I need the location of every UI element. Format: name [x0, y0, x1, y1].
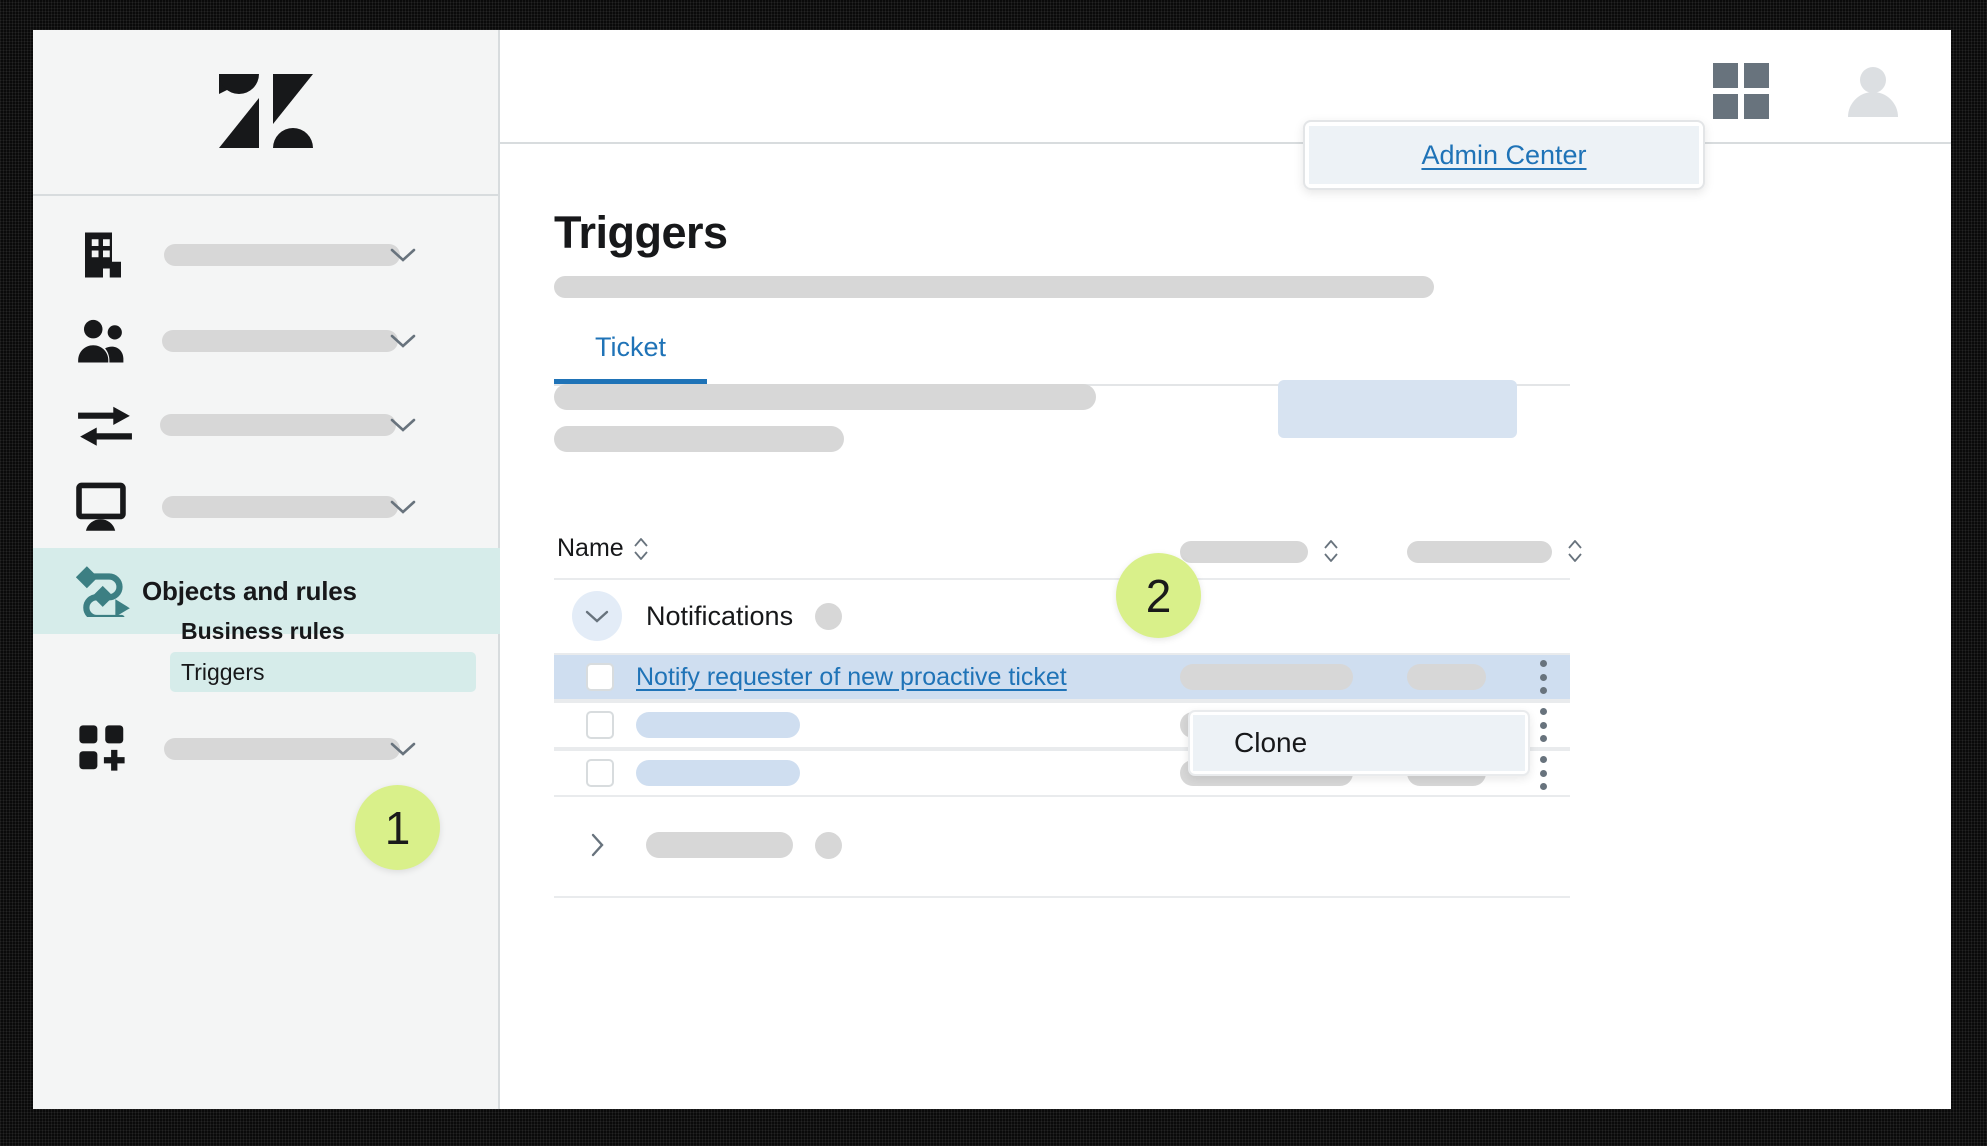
chevron-down-icon[interactable]: [390, 499, 416, 515]
sort-icon[interactable]: [1323, 538, 1339, 564]
tab-bar: Ticket: [554, 324, 1570, 386]
sidebar-label-placeholder: [160, 414, 396, 436]
group-count-placeholder: [815, 831, 842, 859]
sidebar-section-heading: Business rules: [181, 618, 345, 644]
group-collapse-toggle[interactable]: [572, 591, 622, 641]
row-name-placeholder: [636, 712, 800, 738]
sort-icon[interactable]: [1567, 538, 1583, 564]
chevron-right-icon: [591, 833, 604, 857]
group-expand-toggle[interactable]: [572, 820, 622, 870]
page-subtitle-placeholder: [554, 276, 1434, 298]
row-actions-kebab-icon[interactable]: [1539, 708, 1547, 742]
add-trigger-button[interactable]: [1278, 380, 1517, 438]
trigger-name-link[interactable]: Notify requester of new proactive ticket: [636, 663, 1067, 692]
column-header-placeholder: [1180, 541, 1308, 563]
sidebar-label-placeholder: [162, 496, 398, 518]
objects-rules-icon: [76, 565, 142, 617]
callout-badge-1: 1: [355, 785, 440, 870]
transfer-arrows-icon: [76, 399, 142, 451]
toolbar-placeholder-primary: [554, 384, 1096, 410]
chevron-down-icon[interactable]: [390, 741, 416, 757]
row-checkbox[interactable]: [586, 759, 614, 787]
kebab-dot: [1539, 708, 1547, 715]
chevron-down-icon: [585, 610, 609, 623]
sidebar-item-0[interactable]: [33, 212, 500, 298]
sidebar-item-2[interactable]: [33, 382, 500, 468]
chevron-down-icon[interactable]: [390, 247, 416, 263]
table-group-header[interactable]: Notifications: [554, 580, 1570, 653]
table-group-label: Notifications: [646, 600, 794, 631]
grid-cell: [1713, 94, 1738, 119]
row-cell-placeholder: [1407, 664, 1486, 690]
page-title: Triggers: [554, 207, 728, 258]
monitor-icon: [76, 480, 142, 534]
tab-ticket-label: Ticket: [594, 332, 666, 362]
row-checkbox[interactable]: [586, 663, 614, 691]
triggers-table: Name Notifications Notify requester of n…: [554, 524, 1582, 894]
grid-cell: [1713, 63, 1738, 88]
admin-center-link[interactable]: Admin Center: [1421, 140, 1586, 171]
table-row[interactable]: Notify requester of new proactive ticket: [554, 653, 1570, 701]
sidebar-logo-area: [33, 30, 498, 196]
row-name-placeholder: [636, 760, 800, 786]
kebab-dot: [1539, 769, 1547, 777]
table-header-row: Name: [554, 524, 1582, 580]
screenshot-frame: Objects and rules Business rules Trigger…: [0, 0, 1987, 1146]
context-menu-item-label: Clone: [1234, 727, 1308, 758]
kebab-dot: [1539, 783, 1547, 790]
sidebar-label-placeholder: [164, 244, 400, 266]
context-menu-item-clone[interactable]: Clone: [1193, 715, 1525, 771]
row-actions-kebab-icon[interactable]: [1539, 660, 1547, 694]
grid-apps-icon[interactable]: [1713, 63, 1769, 119]
row-context-menu: Clone: [1188, 710, 1530, 776]
row-actions-kebab-icon[interactable]: [1539, 756, 1547, 790]
column-header-name-label: Name: [557, 534, 624, 562]
app-window: Objects and rules Business rules Trigger…: [33, 30, 1951, 1109]
left-sidebar: Objects and rules Business rules Trigger…: [33, 30, 500, 1109]
kebab-dot: [1539, 673, 1547, 681]
zendesk-logo: [218, 74, 313, 148]
sort-icon[interactable]: [633, 536, 649, 562]
column-header-name[interactable]: Name: [557, 534, 649, 563]
kebab-dot: [1539, 735, 1547, 742]
top-bar: [500, 30, 1951, 144]
main-content: Admin Center Triggers Ticket Name Notifi…: [500, 30, 1951, 1109]
sidebar-subitem-label: Triggers: [181, 658, 265, 685]
kebab-dot: [1539, 687, 1547, 694]
toolbar-placeholder-secondary: [554, 426, 844, 452]
chevron-down-icon[interactable]: [390, 417, 416, 433]
tab-ticket[interactable]: Ticket: [554, 326, 707, 384]
chevron-down-icon[interactable]: [390, 333, 416, 349]
people-icon: [76, 314, 142, 368]
kebab-dot: [1539, 660, 1547, 667]
sidebar-item-1[interactable]: [33, 298, 500, 384]
sidebar-item-3[interactable]: [33, 464, 500, 550]
sidebar-item-5[interactable]: [33, 706, 500, 792]
sidebar-item-triggers[interactable]: Triggers: [170, 652, 476, 692]
grid-cell: [1744, 94, 1769, 119]
table-bottom-divider: [554, 896, 1570, 898]
kebab-dot: [1539, 721, 1547, 729]
user-avatar-icon[interactable]: [1843, 61, 1903, 121]
group-count-placeholder: [815, 602, 843, 630]
kebab-dot: [1539, 756, 1547, 763]
group-label-placeholder: [646, 832, 793, 858]
sidebar-item-label: Objects and rules: [142, 575, 357, 606]
building-icon: [76, 228, 142, 282]
table-group-header[interactable]: [554, 797, 1570, 894]
admin-center-popover: Admin Center: [1303, 120, 1705, 190]
callout-badge-2: 2: [1116, 553, 1201, 638]
grid-cell: [1744, 63, 1769, 88]
sidebar-label-placeholder: [164, 738, 400, 760]
admin-center-popover-inner: Admin Center: [1309, 126, 1699, 184]
sidebar-label-placeholder: [162, 330, 398, 352]
row-cell-placeholder: [1180, 664, 1353, 690]
apps-add-icon: [76, 722, 142, 776]
row-checkbox[interactable]: [586, 711, 614, 739]
column-header-placeholder: [1407, 541, 1552, 563]
